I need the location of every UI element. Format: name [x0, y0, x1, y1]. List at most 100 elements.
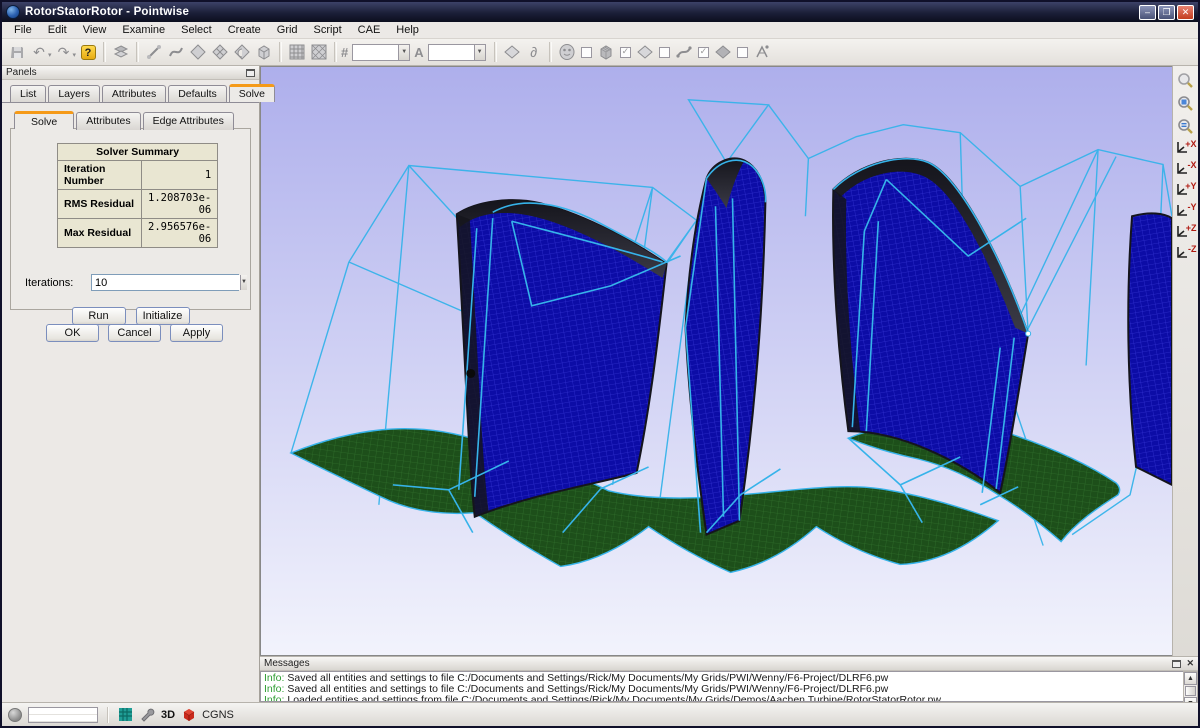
- layers-icon[interactable]: [110, 41, 132, 63]
- view-minus-z-button[interactable]: -Z: [1175, 243, 1197, 263]
- cae-cube-icon: [181, 707, 196, 722]
- view-plus-x-button[interactable]: +X: [1175, 138, 1197, 158]
- tab-list[interactable]: List: [10, 85, 46, 103]
- iterations-input[interactable]: [92, 275, 240, 290]
- create-connector-icon[interactable]: [143, 41, 165, 63]
- solver-summary-table: Solver Summary Iteration Number 1 RMS Re…: [57, 143, 218, 248]
- domains-filter-icon[interactable]: [634, 41, 656, 63]
- messages-title: Messages: [264, 658, 310, 669]
- app-globe-icon: [6, 5, 20, 19]
- domains-filter-checkbox[interactable]: [620, 47, 631, 58]
- close-button[interactable]: ✕: [1177, 5, 1194, 20]
- connectors-filter-checkbox[interactable]: [659, 47, 670, 58]
- menu-examine[interactable]: Examine: [114, 23, 173, 37]
- zoom-box-icon[interactable]: [1175, 92, 1197, 114]
- grid-mode-icon[interactable]: [118, 707, 133, 722]
- create-domain-icon[interactable]: [187, 41, 209, 63]
- minimize-button[interactable]: –: [1139, 5, 1156, 20]
- chevron-down-icon[interactable]: ▼: [474, 45, 485, 60]
- tab-layers[interactable]: Layers: [48, 85, 100, 103]
- zoom-icon[interactable]: [1175, 69, 1197, 91]
- cancel-button[interactable]: Cancel: [108, 324, 161, 342]
- row-value: 2.956576e-06: [142, 219, 218, 248]
- project-surface-icon[interactable]: [501, 41, 523, 63]
- zoom-extents-icon[interactable]: [1175, 115, 1197, 137]
- connectors-filter-icon[interactable]: [673, 41, 695, 63]
- chevron-down-icon[interactable]: ▼: [240, 275, 247, 290]
- trim-surface-icon[interactable]: [231, 41, 253, 63]
- restore-button[interactable]: ❐: [1158, 5, 1175, 20]
- float-panel-icon[interactable]: [1172, 660, 1181, 668]
- title-bar: RotorStatorRotor - Pointwise – ❐ ✕: [2, 2, 1198, 22]
- spacings-filter-checkbox[interactable]: [737, 47, 748, 58]
- mode-3d-label[interactable]: 3D: [161, 709, 175, 721]
- toolbar-separator: [334, 42, 337, 62]
- window-title: RotorStatorRotor - Pointwise: [25, 6, 1137, 18]
- view-minus-y-button[interactable]: -Y: [1175, 201, 1197, 221]
- menu-help[interactable]: Help: [388, 23, 427, 37]
- menu-script[interactable]: Script: [306, 23, 350, 37]
- table-row: RMS Residual 1.208703e-06: [58, 190, 218, 219]
- spacings-filter-icon[interactable]: [751, 41, 773, 63]
- menu-cae[interactable]: CAE: [350, 23, 389, 37]
- subtab-edge-attributes[interactable]: Edge Attributes: [143, 112, 234, 130]
- menu-file[interactable]: File: [6, 23, 40, 37]
- selected-point-marker[interactable]: [466, 369, 475, 378]
- redo-icon[interactable]: ↷: [53, 41, 75, 63]
- iterations-combo[interactable]: ▼: [91, 274, 239, 291]
- dimension-count-icon: #: [341, 45, 348, 60]
- tool-wrench-icon[interactable]: [139, 708, 155, 722]
- log-level: Info:: [264, 694, 284, 702]
- viewport-3d[interactable]: [260, 66, 1172, 656]
- redo-dropdown-icon[interactable]: ▾: [73, 51, 77, 59]
- database-filter-checkbox[interactable]: [698, 47, 709, 58]
- messages-scrollbar[interactable]: ▲ ▼: [1183, 671, 1198, 702]
- app-window: RotorStatorRotor - Pointwise – ❐ ✕ File …: [0, 0, 1200, 728]
- view-minus-x-button[interactable]: -X: [1175, 159, 1197, 179]
- ok-button[interactable]: OK: [46, 324, 99, 342]
- close-icon[interactable]: ✕: [1186, 658, 1194, 669]
- float-panel-icon[interactable]: [246, 69, 255, 77]
- dimension-combo[interactable]: ▼: [352, 44, 410, 61]
- structured-grid-icon[interactable]: [286, 41, 308, 63]
- menu-edit[interactable]: Edit: [40, 23, 75, 37]
- status-bar: 3D CGNS: [2, 702, 1198, 726]
- undo-dropdown-icon[interactable]: ▾: [48, 51, 52, 59]
- menu-view[interactable]: View: [75, 23, 115, 37]
- iterations-label: Iterations:: [25, 277, 91, 289]
- solver-summary-title: Solver Summary: [58, 144, 218, 161]
- spacing-combo[interactable]: ▼: [428, 44, 486, 61]
- tab-attributes[interactable]: Attributes: [102, 85, 166, 103]
- create-curve-icon[interactable]: [165, 41, 187, 63]
- help-icon[interactable]: ?: [77, 41, 99, 63]
- partial-derivative-icon[interactable]: ∂: [523, 41, 545, 63]
- save-icon[interactable]: [6, 41, 28, 63]
- menu-create[interactable]: Create: [220, 23, 269, 37]
- blocks-filter-icon[interactable]: [595, 41, 617, 63]
- table-row: Iteration Number 1: [58, 161, 218, 190]
- tab-solve[interactable]: Solve: [229, 84, 275, 102]
- mask-blocks-checkbox[interactable]: [581, 47, 592, 58]
- subtab-attributes[interactable]: Attributes: [76, 112, 140, 130]
- scroll-thumb[interactable]: [1185, 686, 1196, 696]
- tab-defaults[interactable]: Defaults: [168, 85, 227, 103]
- run-button[interactable]: Run: [72, 307, 126, 325]
- view-plus-y-button[interactable]: +Y: [1175, 180, 1197, 200]
- view-plus-z-button[interactable]: +Z: [1175, 222, 1197, 242]
- chevron-down-icon[interactable]: ▼: [398, 45, 409, 60]
- undo-icon[interactable]: ↶: [28, 41, 50, 63]
- menu-grid[interactable]: Grid: [269, 23, 306, 37]
- initialize-button[interactable]: Initialize: [136, 307, 190, 325]
- database-filter-icon[interactable]: [712, 41, 734, 63]
- create-meshed-domain-icon[interactable]: [209, 41, 231, 63]
- apply-button[interactable]: Apply: [170, 324, 223, 342]
- message-log[interactable]: Info: Saved all entities and settings to…: [260, 671, 1183, 702]
- scroll-up-icon[interactable]: ▲: [1184, 672, 1197, 685]
- panels-dock: Panels List Layers Attributes Defaults S…: [2, 66, 260, 702]
- create-block-icon[interactable]: [253, 41, 275, 63]
- blade-surface-left: [457, 200, 667, 517]
- mask-icon[interactable]: [556, 41, 578, 63]
- subtab-solve[interactable]: Solve: [14, 111, 74, 129]
- menu-select[interactable]: Select: [173, 23, 220, 37]
- unstructured-grid-icon[interactable]: [308, 41, 330, 63]
